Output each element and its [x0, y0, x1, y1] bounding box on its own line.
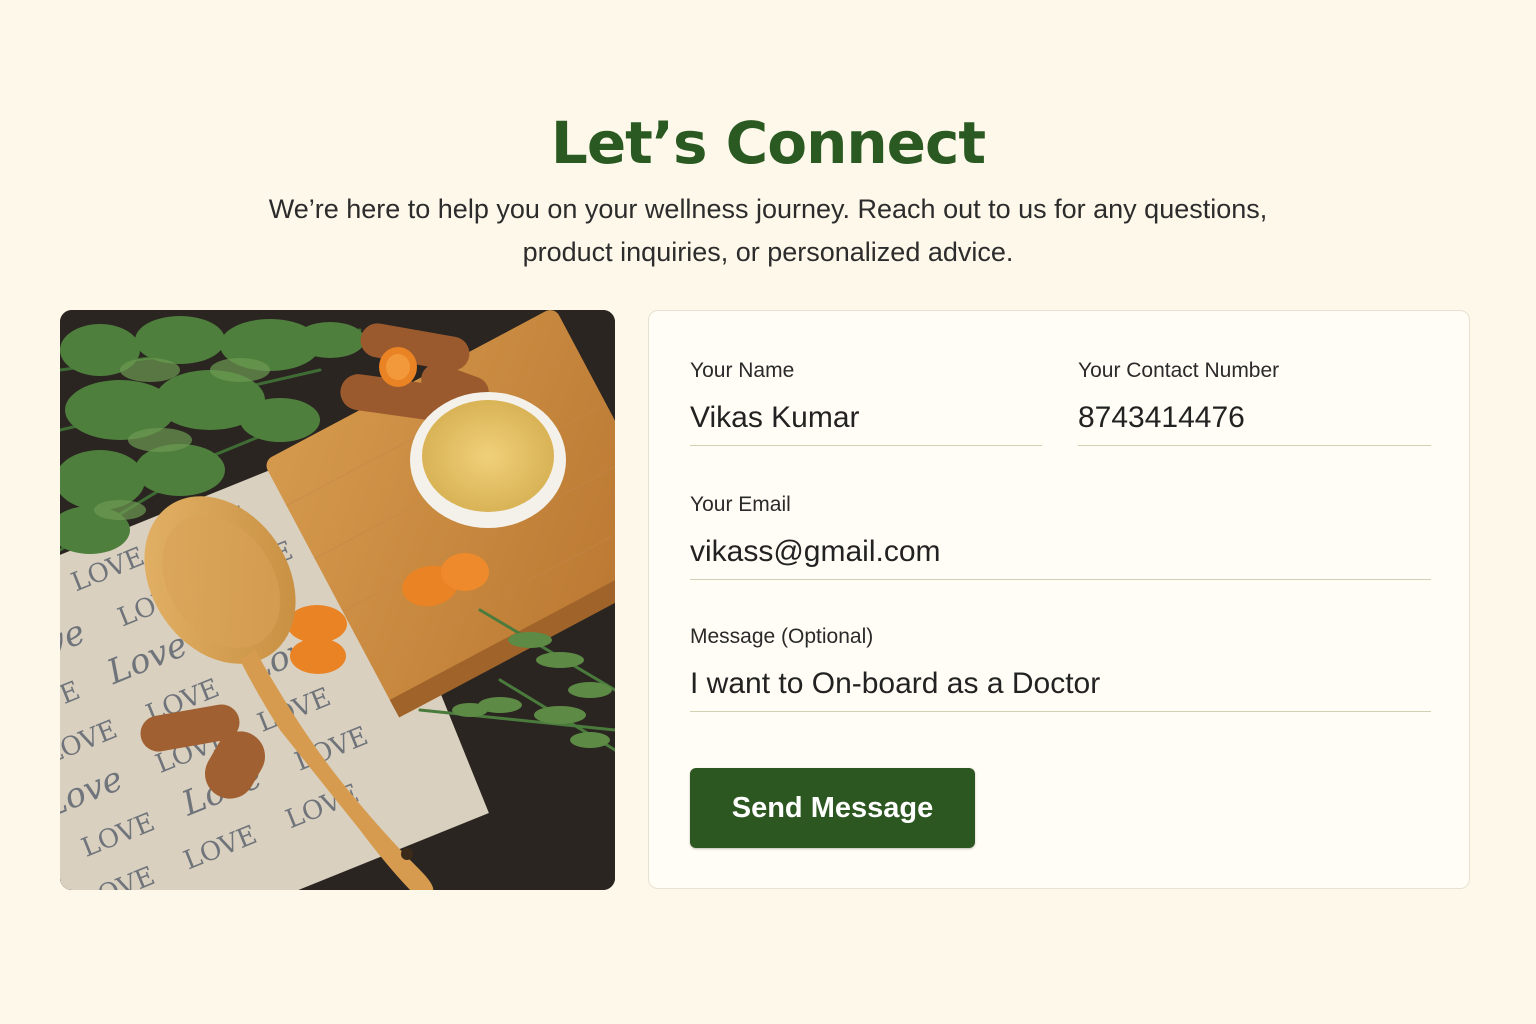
contact-form-card: Your Name Your Contact Number Your Email…	[648, 310, 1470, 889]
message-input[interactable]	[690, 665, 1431, 712]
name-label: Your Name	[690, 359, 795, 382]
message-label: Message (Optional)	[690, 625, 874, 648]
name-field: Your Name	[690, 359, 1042, 446]
page-header: Let’s Connect We’re here to help you on …	[0, 108, 1536, 274]
message-field: Message (Optional)	[690, 625, 1431, 712]
send-message-button[interactable]: Send Message	[690, 768, 975, 848]
wellness-photo: LOVE LOVE LOVE Love LOVE LOVE LOVE Love …	[60, 310, 615, 890]
page-title: Let’s Connect	[550, 109, 986, 177]
page-subtitle: We’re here to help you on your wellness …	[268, 194, 1268, 267]
phone-field: Your Contact Number	[1078, 359, 1431, 446]
email-field: Your Email	[690, 493, 1431, 580]
phone-label: Your Contact Number	[1078, 359, 1280, 382]
email-label: Your Email	[690, 493, 791, 516]
phone-input[interactable]	[1078, 399, 1431, 446]
name-input[interactable]	[690, 399, 1042, 446]
email-input[interactable]	[690, 533, 1431, 580]
